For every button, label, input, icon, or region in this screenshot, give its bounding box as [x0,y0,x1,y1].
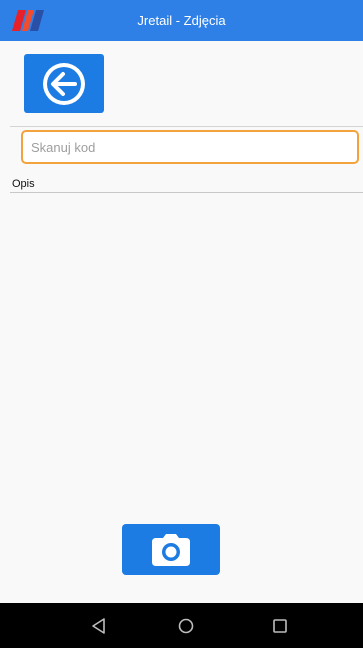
camera-icon [152,534,190,566]
description-label: Opis [12,178,35,190]
nav-recents-square-icon[interactable] [269,615,291,637]
nav-back-triangle-icon[interactable] [88,615,110,637]
divider [10,126,363,127]
scan-code-input[interactable] [21,130,359,164]
take-photo-button[interactable] [122,524,220,575]
back-button[interactable] [24,54,104,113]
app-bar: Jretail - Zdjęcia [0,0,363,41]
nav-home-circle-icon[interactable] [175,615,197,637]
arrow-left-circle-icon [43,63,85,105]
app-title: Jretail - Zdjęcia [137,13,226,28]
divider [10,192,363,193]
app-screen: Jretail - Zdjęcia Opis [0,0,363,648]
system-nav-bar [0,603,363,648]
